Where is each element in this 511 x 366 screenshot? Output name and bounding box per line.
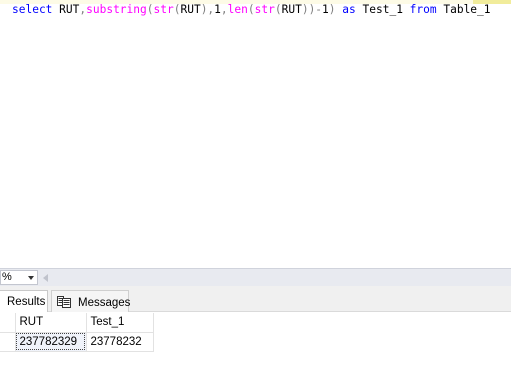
table-row: 237782329 23778232 [0, 332, 154, 352]
results-grid: RUT Test_1 237782329 23778232 [0, 313, 154, 352]
query-token: from [409, 3, 437, 16]
query-token: 1 [214, 3, 221, 16]
scroll-left-icon[interactable] [43, 274, 48, 282]
query-token: len [227, 3, 248, 16]
column-header-rut[interactable]: RUT [15, 313, 87, 333]
query-token: ), [200, 3, 215, 16]
column-header-test-1[interactable]: Test_1 [86, 313, 154, 333]
query-token: Table_1 [436, 3, 491, 16]
grid-corner-cell[interactable] [0, 313, 16, 333]
results-grid-area: RUT Test_1 237782329 23778232 [0, 312, 511, 366]
cell-rut[interactable]: 237782329 [15, 332, 87, 352]
query-token: ))- [301, 3, 323, 16]
query-token: ( [274, 3, 282, 16]
query-token: , [220, 3, 228, 16]
query-token: select [12, 3, 53, 16]
zoom-dropdown[interactable]: % [0, 270, 38, 285]
query-token: ( [146, 3, 154, 16]
editor-zoom-bar: % [0, 268, 511, 286]
query-token: 1 [322, 3, 329, 16]
query-token: ( [247, 3, 255, 16]
query-text[interactable]: select RUT,substring(str(RUT),1,len(str(… [12, 3, 491, 17]
results-tab-strip: Results Messages [0, 286, 511, 312]
query-token: substring [86, 3, 147, 16]
messages-icon [57, 296, 71, 308]
tab-messages-label: Messages [78, 297, 131, 309]
query-token: RUT [52, 3, 80, 16]
grid-header-row: RUT Test_1 [0, 313, 154, 333]
query-token: str [153, 3, 174, 16]
query-token: as [342, 3, 356, 16]
cell-test-1[interactable]: 23778232 [86, 332, 154, 352]
query-token: ) [328, 3, 336, 16]
zoom-value: % [2, 271, 12, 283]
row-header-cell[interactable] [0, 332, 16, 352]
tab-results-label: Results [7, 296, 46, 308]
query-token: Test_1 [355, 3, 410, 16]
tab-messages[interactable]: Messages [51, 290, 131, 312]
query-token: RUT [281, 3, 302, 16]
tab-results[interactable]: Results [0, 290, 48, 312]
zoom-dropdown-arrow-icon[interactable] [28, 276, 34, 280]
query-token: str [254, 3, 275, 16]
query-editor[interactable]: select RUT,substring(str(RUT),1,len(str(… [0, 0, 511, 268]
query-token: RUT [180, 3, 201, 16]
